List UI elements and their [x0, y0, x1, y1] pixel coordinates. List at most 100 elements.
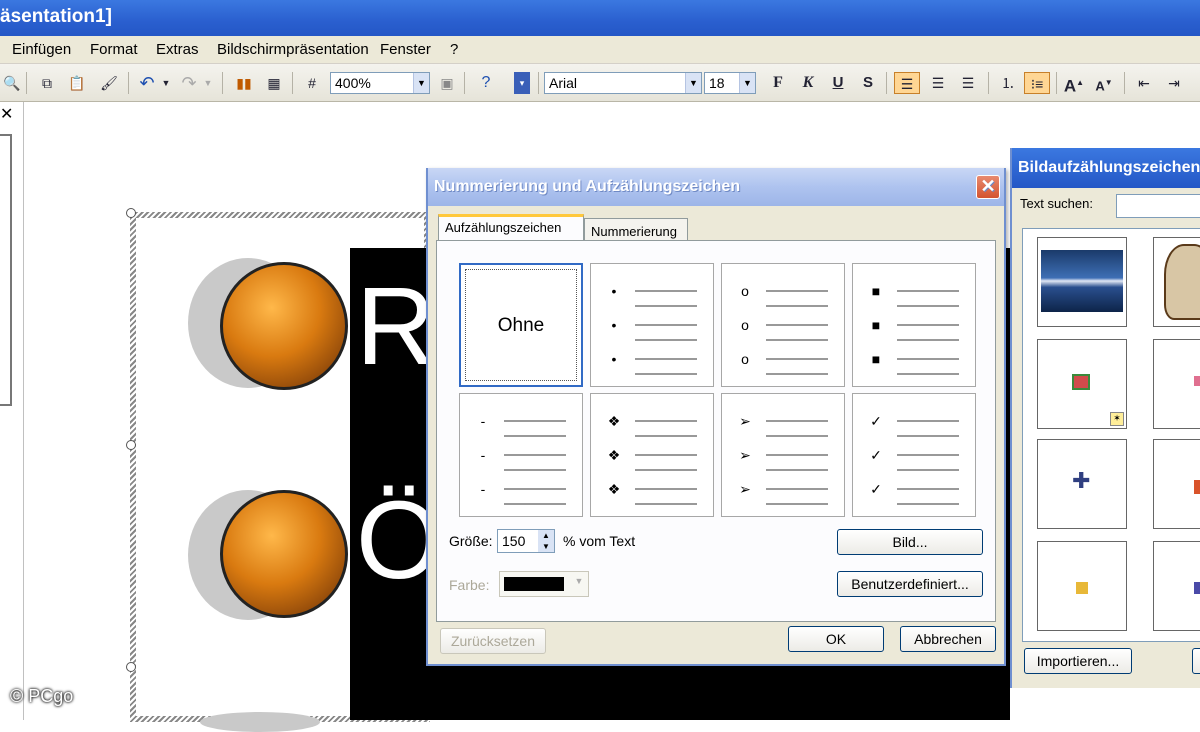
slide-thumbnail[interactable] [0, 134, 12, 406]
preview-text-line [766, 488, 828, 490]
align-center-icon[interactable]: ☰ [926, 72, 950, 94]
size-input[interactable]: 150 ▲ ▼ [497, 529, 555, 553]
underline-button[interactable]: U [826, 72, 850, 94]
grid-icon[interactable]: # [300, 72, 324, 94]
undo-icon[interactable]: ↶ [136, 72, 158, 94]
picture-dialog-title-bar[interactable]: Bildaufzählungszeichen [1012, 148, 1200, 188]
preview-text-line [766, 420, 828, 422]
picture-bullet-item[interactable]: ✚ [1037, 439, 1127, 529]
bullet-style-option[interactable]: ➢ ➢ ➢ [721, 393, 845, 517]
increase-indent-icon[interactable]: ⇥ [1162, 72, 1186, 94]
chevron-down-icon[interactable]: ▼ [685, 73, 701, 93]
tab-label: Aufzählungszeichen [445, 220, 562, 235]
soccer-ball-bullet [220, 262, 348, 390]
research-icon[interactable]: 🔍 [2, 72, 22, 94]
dialog-title: Nummerierung und Aufzählungszeichen [434, 178, 741, 195]
resize-handle[interactable] [126, 440, 136, 450]
preview-text-line [897, 454, 959, 456]
decrease-font-icon[interactable]: A▼ [1092, 72, 1116, 94]
bullet-none-label: Ohne [497, 315, 545, 336]
bullet-glyph: ❖ [607, 481, 621, 497]
toolbar-options-icon[interactable]: ▾ [514, 72, 530, 94]
dialog-title-bar[interactable]: Nummerierung und Aufzählungszeichen ✕ [428, 168, 1004, 206]
tab-aufzaehlungszeichen[interactable]: Aufzählungszeichen [438, 214, 584, 242]
resize-handle[interactable] [126, 662, 136, 672]
paste-icon[interactable]: 📋 [66, 72, 88, 94]
cartoon-image [1164, 244, 1200, 320]
picture-bullet-item[interactable] [1153, 541, 1200, 631]
grayscale-icon[interactable]: ▣ [436, 72, 458, 94]
align-right-icon[interactable]: ☰ [956, 72, 980, 94]
bold-button[interactable]: F [766, 72, 790, 94]
picture-bullet-item[interactable] [1153, 237, 1200, 327]
table-icon[interactable]: ▦ [262, 72, 286, 94]
menu-extras[interactable]: Extras [156, 41, 199, 58]
menu-fenster[interactable]: Fenster [380, 41, 431, 58]
menu-format[interactable]: Format [90, 41, 138, 58]
redo-icon[interactable]: ↷ [178, 72, 200, 94]
picture-bullet-item[interactable] [1153, 339, 1200, 429]
chart-icon[interactable]: ▮▮ [232, 72, 256, 94]
bullet-style-option[interactable]: - - - [459, 393, 583, 517]
preview-text-line [635, 469, 697, 471]
preview-text-line [766, 358, 828, 360]
preview-text-line [897, 339, 959, 341]
spinner-icon[interactable]: ▲ ▼ [538, 530, 554, 552]
close-icon[interactable]: ✕ [0, 104, 13, 124]
cancel-button[interactable]: Abbrechen [900, 626, 996, 652]
bullets-icon[interactable]: ⁝≡ [1024, 72, 1050, 94]
italic-button[interactable]: K [796, 72, 820, 94]
font-size-combo[interactable]: 18 ▼ [704, 72, 756, 94]
preview-text-line [897, 469, 959, 471]
color-picker[interactable]: ▼ [499, 571, 589, 597]
preview-text-line [635, 290, 697, 292]
menu-bildschirmpraesentation[interactable]: Bildschirmpräsentation [217, 41, 369, 58]
menu-einfuegen[interactable]: Einfügen [12, 41, 71, 58]
picture-bullet-item[interactable] [1037, 541, 1127, 631]
blue-texture-image [1041, 250, 1123, 312]
shadow-button[interactable]: S [856, 72, 880, 94]
formatting-toolbar: 🔍 ⧉ 📋 🖌 ↶ ▼ ↷ ▼ ▮▮ ▦ # 400% ▼ ▣ ? ▾ Aria… [0, 64, 1200, 102]
picture-button[interactable]: Bild... [837, 529, 983, 555]
undo-dropdown-icon[interactable]: ▼ [160, 72, 172, 94]
zoom-combo[interactable]: 400% ▼ [330, 72, 430, 94]
bullet-glyph: ❖ [607, 447, 621, 463]
format-painter-icon[interactable]: 🖌 [98, 72, 120, 94]
picture-bullet-item[interactable]: ✶ [1037, 339, 1127, 429]
bullet-glyph: ➢ [739, 447, 751, 463]
bullet-style-option[interactable]: ❖ ❖ ❖ [590, 393, 714, 517]
preview-text-line [635, 358, 697, 360]
bullet-style-option[interactable]: o o o [721, 263, 845, 387]
resize-handle[interactable] [126, 208, 136, 218]
bullet-style-option[interactable]: ✓ ✓ ✓ [852, 393, 976, 517]
import-button[interactable]: Importieren... [1024, 648, 1132, 674]
picture-bullet-item[interactable] [1037, 237, 1127, 327]
align-left-icon[interactable]: ☰ [894, 72, 920, 94]
zoom-value: 400% [335, 75, 371, 91]
increase-font-icon[interactable]: A▲ [1062, 72, 1086, 96]
menu-help[interactable]: ? [450, 41, 458, 58]
bullet-style-option[interactable]: • • • [590, 263, 714, 387]
close-icon[interactable]: ✕ [976, 175, 1000, 199]
preview-text-line [897, 435, 959, 437]
ok-button[interactable]: OK [788, 626, 884, 652]
search-input[interactable] [1116, 194, 1200, 218]
chevron-down-icon[interactable]: ▼ [413, 73, 429, 93]
picture-bullet-item[interactable] [1153, 439, 1200, 529]
custom-button[interactable]: Benutzerdefiniert... [837, 571, 983, 597]
decrease-indent-icon[interactable]: ⇤ [1132, 72, 1156, 94]
bullet-glyph: - [480, 447, 486, 463]
numbering-icon[interactable]: ⒈ [996, 72, 1020, 94]
star-icon: ✶ [1110, 412, 1124, 426]
font-combo[interactable]: Arial ▼ [544, 72, 702, 94]
picture-dialog-button[interactable] [1192, 648, 1200, 674]
copy-icon[interactable]: ⧉ [36, 72, 58, 94]
redo-dropdown-icon[interactable]: ▼ [202, 72, 214, 94]
bullet-style-none[interactable]: Ohne [459, 263, 583, 387]
toolbar-separator [222, 72, 223, 94]
help-icon[interactable]: ? [474, 72, 498, 94]
bullet-style-option[interactable]: ■ ■ ■ [852, 263, 976, 387]
preview-text-line [504, 420, 566, 422]
chevron-down-icon[interactable]: ▼ [739, 73, 755, 93]
reset-button[interactable]: Zurücksetzen [440, 628, 546, 654]
